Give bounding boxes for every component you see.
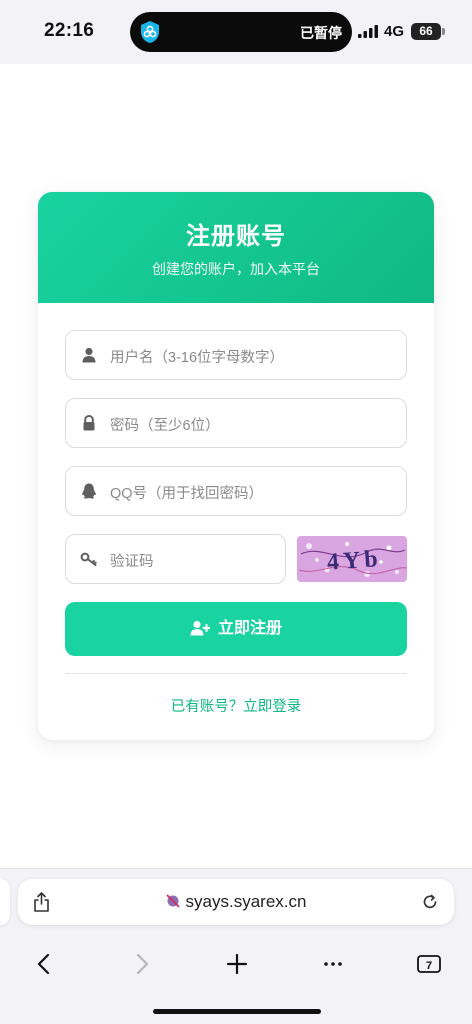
privacy-relay-icon bbox=[166, 894, 179, 908]
status-time: 22:16 bbox=[44, 20, 95, 41]
register-button-label: 立即注册 bbox=[217, 620, 282, 637]
captcha-image[interactable]: 4Yb bbox=[297, 536, 407, 582]
network-type-label: 4G bbox=[384, 23, 405, 40]
more-icon[interactable] bbox=[318, 949, 348, 979]
browser-toolbar: syays.syarex.cn 7 bbox=[0, 868, 472, 1024]
forward-icon[interactable] bbox=[126, 949, 156, 979]
cellular-signal-icon bbox=[358, 25, 378, 38]
reload-icon[interactable] bbox=[422, 894, 438, 910]
qq-penguin-icon bbox=[82, 483, 96, 499]
divider bbox=[65, 673, 407, 674]
register-button[interactable]: 立即注册 bbox=[65, 602, 407, 656]
tab-count: 7 bbox=[426, 960, 432, 972]
page-title: 注册账号 bbox=[186, 223, 286, 250]
username-placeholder: 用户名（3-16位字母数字） bbox=[110, 350, 285, 366]
back-icon[interactable] bbox=[30, 949, 60, 979]
battery-level: 66 bbox=[419, 24, 433, 38]
password-field[interactable]: 密码（至少6位） bbox=[65, 398, 407, 448]
tabs-icon[interactable]: 7 bbox=[414, 949, 444, 979]
captcha-placeholder: 验证码 bbox=[110, 554, 154, 570]
battery-tip bbox=[442, 28, 445, 35]
dynamic-island[interactable]: 已暂停 bbox=[130, 12, 352, 52]
url-text: syays.syarex.cn bbox=[185, 892, 307, 911]
password-placeholder: 密码（至少6位） bbox=[110, 418, 220, 434]
captcha-text: 4Yb bbox=[326, 546, 382, 576]
url-wrap[interactable]: syays.syarex.cn bbox=[18, 879, 454, 925]
login-link[interactable]: 已有账号？立即登录 bbox=[38, 695, 434, 716]
key-icon bbox=[80, 552, 97, 566]
captcha-input-field[interactable]: 验证码 bbox=[65, 534, 286, 584]
register-card: 注册账号 创建您的账户，加入本平台 用户名（3-16位字母数字） 密码（至少6位… bbox=[38, 192, 434, 740]
user-icon bbox=[82, 347, 96, 363]
address-bar[interactable]: syays.syarex.cn bbox=[18, 879, 454, 925]
lock-icon bbox=[83, 414, 95, 431]
browser-nav-row: 7 bbox=[0, 949, 472, 979]
status-bar: 22:16 已暂停 4G 66 bbox=[0, 0, 472, 64]
username-field[interactable]: 用户名（3-16位字母数字） bbox=[65, 330, 407, 380]
island-status-text: 已暂停 bbox=[300, 25, 342, 41]
vpn-shield-icon bbox=[141, 21, 159, 43]
card-header: 注册账号 创建您的账户，加入本平台 bbox=[38, 192, 434, 303]
qq-placeholder: QQ号（用于找回密码） bbox=[110, 486, 264, 502]
home-indicator bbox=[153, 1009, 321, 1014]
previous-tab-preview[interactable] bbox=[0, 879, 10, 925]
qq-field[interactable]: QQ号（用于找回密码） bbox=[65, 466, 407, 516]
new-tab-plus-icon[interactable] bbox=[222, 949, 252, 979]
page-subtitle: 创建您的账户，加入本平台 bbox=[152, 261, 320, 277]
add-user-icon bbox=[190, 620, 210, 636]
battery-icon: 66 bbox=[411, 23, 441, 40]
